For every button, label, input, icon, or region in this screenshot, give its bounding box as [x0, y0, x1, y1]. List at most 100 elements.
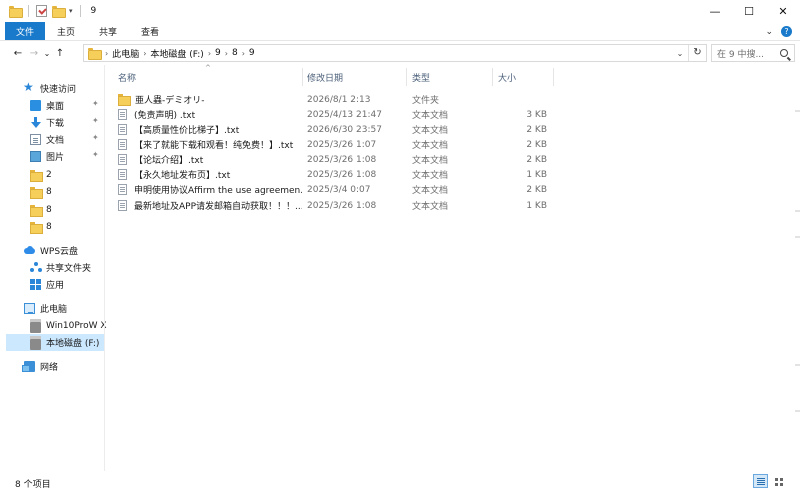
- sidebar-item-folder-8[interactable]: 8: [30, 183, 52, 200]
- sidebar-item-folder-8[interactable]: 8: [30, 218, 52, 235]
- sidebar-item-pictures[interactable]: 图片: [30, 148, 64, 165]
- sidebar-item-drive-win10[interactable]: Win10ProW X: [30, 317, 107, 334]
- desktop-icon: [30, 100, 41, 111]
- file-row[interactable]: 【永久地址发布页】.txt 2025/3/26 1:08 文本文档 1 KB: [114, 167, 554, 182]
- close-button[interactable]: ✕: [766, 0, 800, 22]
- tab-share[interactable]: 共享: [87, 22, 129, 40]
- pictures-icon: [30, 151, 41, 162]
- sidebar-item-drive-f[interactable]: 本地磁盘 (F:): [6, 334, 104, 351]
- background-edge: [795, 364, 800, 366]
- sidebar-item-label: 网络: [40, 363, 59, 373]
- address-bar[interactable]: › 此电脑 › 本地磁盘 (F:) › 9 › 8 › 9 ⌄ ↻: [83, 44, 707, 62]
- column-divider[interactable]: [406, 68, 407, 86]
- text-file-icon: [118, 169, 127, 180]
- folder-icon: [9, 6, 23, 18]
- file-name-cell: 【永久地址发布页】.txt: [118, 167, 302, 182]
- sidebar-item-downloads[interactable]: 下载: [30, 114, 64, 131]
- column-header-type[interactable]: 类型: [412, 68, 430, 86]
- documents-icon: [30, 134, 41, 145]
- breadcrumb-separator[interactable]: ›: [225, 49, 228, 58]
- file-name-cell: 【论坛介绍】.txt: [118, 152, 302, 167]
- pane-splitter[interactable]: [104, 65, 105, 471]
- status-bar: 8 个项目: [0, 471, 800, 496]
- breadcrumb-separator[interactable]: ›: [143, 49, 146, 58]
- sidebar-item-label: 此电脑: [40, 305, 68, 315]
- new-folder-icon[interactable]: [52, 6, 66, 18]
- drive-icon: [30, 336, 41, 350]
- file-row[interactable]: 申明使用协议Affirm the use agreemen... 2025/3/…: [114, 182, 554, 197]
- file-row[interactable]: (免责声明) .txt 2025/4/13 21:47 文本文档 3 KB: [114, 107, 554, 122]
- column-header-size[interactable]: 大小: [498, 68, 516, 86]
- customize-toolbar-dropdown-icon[interactable]: ▾: [69, 7, 73, 15]
- address-dropdown-icon[interactable]: ⌄: [672, 49, 688, 58]
- properties-icon[interactable]: [36, 5, 47, 17]
- sidebar-item-apps[interactable]: 应用: [30, 276, 64, 293]
- file-row[interactable]: 亜人蟲-デミオリ- 2026/8/1 2:13 文件夹: [114, 92, 554, 107]
- file-name: 最新地址及APP请发邮箱自动获取！！！....: [134, 202, 302, 212]
- file-size: 1 KB: [526, 169, 547, 180]
- file-size: 3 KB: [526, 109, 547, 120]
- tab-file[interactable]: 文件: [5, 22, 45, 40]
- breadcrumb-folder-8[interactable]: 8: [232, 48, 238, 58]
- sidebar-item-label: 8: [46, 186, 52, 197]
- column-header-name[interactable]: 名称: [118, 68, 136, 86]
- search-placeholder[interactable]: 在 9 中搜...: [717, 47, 764, 60]
- tab-view[interactable]: 查看: [129, 22, 171, 40]
- sidebar-item-network[interactable]: 网络: [22, 358, 59, 375]
- column-divider[interactable]: [492, 68, 493, 86]
- file-row[interactable]: 【高质量性价比梯子】.txt 2026/6/30 23:57 文本文档 2 KB: [114, 122, 554, 137]
- file-name: 【来了就能下载和观看！纯免费！】.txt: [134, 141, 294, 151]
- file-row[interactable]: 【论坛介绍】.txt 2025/3/26 1:08 文本文档 2 KB: [114, 152, 554, 167]
- file-row[interactable]: 最新地址及APP请发邮箱自动获取！！！.... 2025/3/26 1:08 文…: [114, 198, 554, 213]
- sidebar-item-shared-folder[interactable]: 共享文件夹: [30, 259, 91, 276]
- sidebar-item-wps-cloud[interactable]: WPS云盘: [24, 242, 78, 259]
- help-icon[interactable]: ?: [781, 26, 792, 37]
- expand-ribbon-icon[interactable]: ⌄: [765, 27, 773, 37]
- breadcrumb-separator[interactable]: ›: [208, 49, 211, 58]
- file-size: 1 KB: [526, 200, 547, 211]
- up-button[interactable]: ↑: [52, 48, 68, 59]
- sidebar-item-folder-8[interactable]: 8: [30, 201, 52, 218]
- download-icon: [30, 117, 41, 128]
- column-divider[interactable]: [553, 68, 554, 86]
- sidebar-item-desktop[interactable]: 桌面: [30, 97, 64, 114]
- sidebar-item-quick-access[interactable]: 快速访问: [23, 80, 76, 97]
- maximize-button[interactable]: ☐: [732, 0, 766, 22]
- file-date: 2025/3/26 1:08: [307, 200, 377, 211]
- file-name-cell: 最新地址及APP请发邮箱自动获取！！！....: [118, 198, 302, 213]
- column-header-date[interactable]: 修改日期: [307, 68, 343, 86]
- column-divider[interactable]: [302, 68, 303, 86]
- address-controls: ⌄ ↻: [672, 45, 706, 61]
- file-name-cell: 【高质量性价比梯子】.txt: [118, 122, 302, 137]
- tab-home[interactable]: 主页: [45, 22, 87, 40]
- sidebar-item-label: 本地磁盘 (F:): [46, 339, 100, 349]
- computer-icon: [24, 303, 35, 314]
- file-date: 2026/6/30 23:57: [307, 124, 382, 135]
- forward-button[interactable]: →: [26, 48, 42, 59]
- folder-icon: [88, 48, 102, 60]
- pin-icon: ✦: [92, 150, 99, 159]
- breadcrumb-folder-9[interactable]: 9: [215, 48, 221, 58]
- search-box[interactable]: 在 9 中搜...: [711, 44, 795, 62]
- breadcrumb-drive-f[interactable]: 本地磁盘 (F:): [150, 47, 203, 60]
- apps-icon: [30, 279, 41, 290]
- minimize-button[interactable]: —: [698, 0, 732, 22]
- sidebar-item-folder-2[interactable]: 2: [30, 166, 52, 183]
- sidebar-item-documents[interactable]: 文档: [30, 131, 64, 148]
- file-type: 文本文档: [412, 141, 449, 151]
- file-name: 【永久地址发布页】.txt: [134, 171, 231, 181]
- file-row[interactable]: 【来了就能下载和观看！纯免费！】.txt 2025/3/26 1:07 文本文档…: [114, 137, 554, 152]
- breadcrumb-separator[interactable]: ›: [242, 49, 245, 58]
- separator: [79, 5, 81, 17]
- folder-icon: [30, 204, 43, 217]
- quick-access-toolbar: ▾: [0, 5, 83, 18]
- background-edge: [795, 410, 800, 412]
- recent-locations-icon[interactable]: ⌄: [42, 49, 52, 58]
- back-button[interactable]: ←: [10, 48, 26, 59]
- breadcrumb-current-folder[interactable]: 9: [249, 48, 255, 58]
- large-icons-view-icon[interactable]: [771, 474, 786, 488]
- details-view-icon[interactable]: [753, 474, 768, 488]
- breadcrumb-this-pc[interactable]: 此电脑: [112, 47, 139, 60]
- sidebar-item-this-pc[interactable]: 此电脑: [24, 300, 67, 317]
- refresh-button[interactable]: ↻: [688, 45, 706, 61]
